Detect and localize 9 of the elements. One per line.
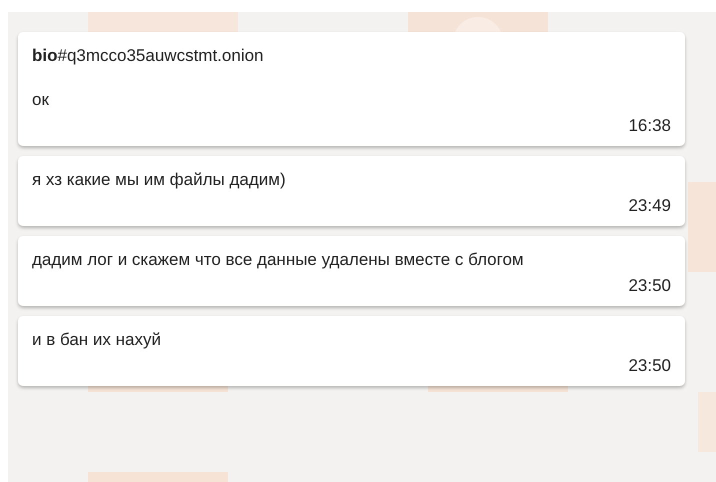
message-time: 23:50 [628,355,671,377]
message-time: 16:38 [628,115,671,137]
message-text: дадим лог и скажем что все данные удалены вместе с блогом [32,249,525,271]
message-time: 23:49 [628,195,671,217]
message-time: 23:50 [628,275,671,297]
message-text: ок [32,89,50,111]
sender-name: bio#q3mcco35auwcstmt.onion [32,45,265,67]
message-text: я хз какие мы им файлы дадим) [32,169,287,191]
message-text: и в бан их нахуй [32,329,162,351]
